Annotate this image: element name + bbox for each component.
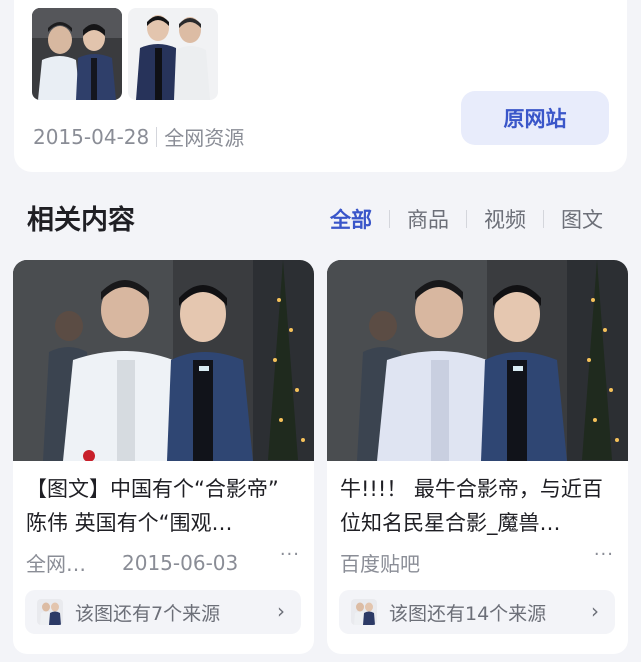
result-site: 全网… bbox=[26, 552, 86, 576]
tab-products[interactable]: 商品 bbox=[407, 204, 449, 234]
result-title[interactable]: 【图文】中国有个“合影帝” 陈伟 英国有个“围观… bbox=[26, 472, 306, 540]
more-sources-text: 该图还有14个来源 bbox=[389, 602, 547, 625]
tab-divider bbox=[389, 210, 390, 228]
more-options-icon[interactable]: ··· bbox=[594, 544, 614, 565]
result-card[interactable]: 牛!!!！ 最牛合影帝，与近百位知名民星合影_魔兽… 百度贴吧 ··· 该图还有… bbox=[327, 260, 628, 654]
chevron-right-icon: › bbox=[591, 599, 599, 623]
thumbnail-photo-1[interactable] bbox=[32, 8, 122, 100]
result-title[interactable]: 牛!!!！ 最牛合影帝，与近百位知名民星合影_魔兽… bbox=[340, 472, 620, 540]
tab-image-text[interactable]: 图文 bbox=[561, 204, 603, 234]
source-meta: 2015-04-28 全网资源 bbox=[33, 122, 244, 151]
thumbnail-strip bbox=[32, 8, 218, 100]
more-sources-text: 该图还有7个来源 bbox=[75, 602, 221, 625]
source-thumbnail-icon bbox=[351, 599, 377, 625]
result-meta: 百度贴吧 ··· bbox=[340, 544, 620, 577]
result-site: 百度贴吧 bbox=[340, 552, 420, 576]
meta-divider bbox=[156, 126, 158, 147]
source-thumbnail-icon bbox=[37, 599, 63, 625]
result-photo[interactable] bbox=[13, 260, 314, 461]
tab-videos[interactable]: 视频 bbox=[484, 204, 526, 234]
result-photo[interactable] bbox=[327, 260, 628, 461]
source-label: 全网资源 bbox=[164, 126, 245, 150]
result-date: 2015-06-03 bbox=[122, 550, 239, 575]
publish-date: 2015-04-28 bbox=[33, 124, 150, 149]
chevron-right-icon: › bbox=[277, 599, 285, 623]
related-content-header: 相关内容 全部 商品 视频 图文 bbox=[0, 188, 641, 248]
more-options-icon[interactable]: ··· bbox=[280, 544, 300, 565]
image-source-card: 2015-04-28 全网资源 原网站 bbox=[14, 0, 627, 172]
result-meta: 全网… 2015-06-03 ··· bbox=[26, 544, 306, 577]
more-sources-row[interactable]: 该图还有14个来源 › bbox=[339, 590, 615, 634]
tab-all[interactable]: 全部 bbox=[330, 204, 372, 234]
thumbnail-photo-2[interactable] bbox=[128, 8, 218, 100]
tab-divider bbox=[466, 210, 467, 228]
section-title: 相关内容 bbox=[27, 205, 135, 236]
tab-divider bbox=[543, 210, 544, 228]
original-site-button[interactable]: 原网站 bbox=[461, 91, 609, 145]
more-sources-row[interactable]: 该图还有7个来源 › bbox=[25, 590, 301, 634]
filter-tabs: 全部 商品 视频 图文 bbox=[330, 204, 603, 234]
result-card[interactable]: 【图文】中国有个“合影帝” 陈伟 英国有个“围观… 全网… 2015-06-03… bbox=[13, 260, 314, 654]
